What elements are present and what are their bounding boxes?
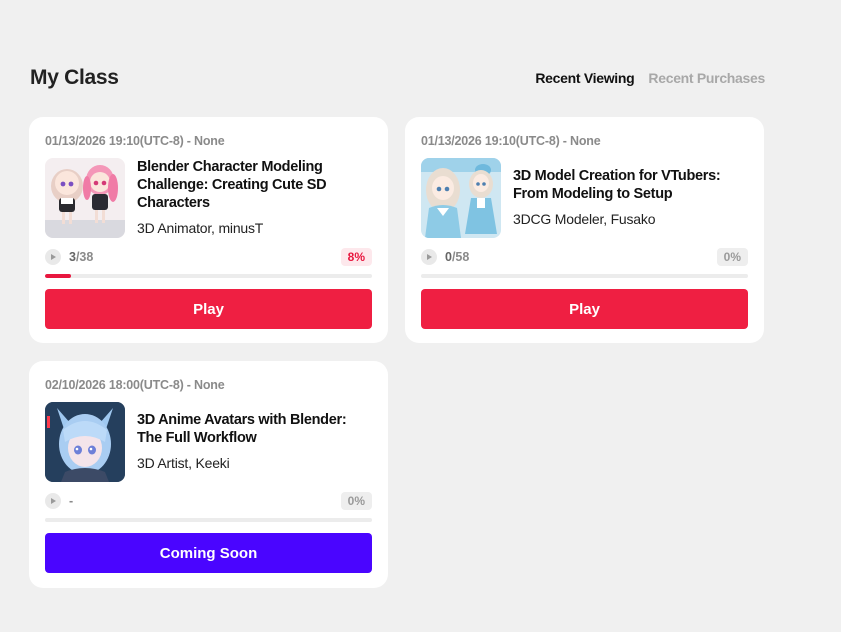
lesson-count: 3/38 bbox=[69, 250, 94, 264]
class-card: 02/10/2026 18:00(UTC-8) - None 3D Anime … bbox=[29, 361, 388, 588]
class-author: 3D Animator, minusT bbox=[137, 220, 264, 236]
class-thumbnail[interactable] bbox=[421, 158, 501, 238]
my-class-page: My Class Recent Viewing Recent Purchases… bbox=[0, 0, 841, 632]
class-date: 01/13/2026 19:10(UTC-8) - None bbox=[45, 134, 225, 148]
play-small-icon bbox=[45, 249, 61, 265]
progress-bar bbox=[421, 274, 748, 278]
progress-percent-badge: 0% bbox=[340, 492, 372, 510]
play-button[interactable]: Play bbox=[45, 289, 372, 329]
view-tabs: Recent Viewing Recent Purchases bbox=[535, 70, 765, 86]
progress-row: 0/58 0% bbox=[421, 247, 748, 267]
progress-bar bbox=[45, 274, 372, 278]
class-card: 01/13/2026 19:10(UTC-8) - None Blender C… bbox=[29, 117, 388, 343]
progress-row: - 0% bbox=[45, 491, 372, 511]
class-title[interactable]: 3D Model Creation for VTubers: From Mode… bbox=[513, 167, 748, 203]
progress-percent-badge: 0% bbox=[716, 248, 748, 266]
page-title: My Class bbox=[30, 66, 119, 89]
class-author: 3D Artist, Keeki bbox=[137, 455, 230, 471]
play-small-icon bbox=[421, 249, 437, 265]
progress-bar-fill bbox=[45, 274, 72, 278]
class-card: 01/13/2026 19:10(UTC-8) - None 3D Model … bbox=[405, 117, 764, 343]
progress-percent-badge: 8% bbox=[340, 248, 372, 266]
play-button[interactable]: Play bbox=[421, 289, 748, 329]
lesson-count: 0/58 bbox=[445, 250, 470, 264]
class-thumbnail[interactable] bbox=[45, 402, 125, 482]
class-thumbnail[interactable] bbox=[45, 158, 125, 238]
tab-recent-viewing[interactable]: Recent Viewing bbox=[535, 70, 634, 86]
class-date: 01/13/2026 19:10(UTC-8) - None bbox=[421, 134, 601, 148]
coming-soon-button[interactable]: Coming Soon bbox=[45, 533, 372, 573]
lesson-count: - bbox=[69, 494, 74, 508]
progress-bar bbox=[45, 518, 372, 522]
progress-row: 3/38 8% bbox=[45, 247, 372, 267]
tab-recent-purchases[interactable]: Recent Purchases bbox=[648, 70, 765, 86]
class-date: 02/10/2026 18:00(UTC-8) - None bbox=[45, 378, 225, 392]
class-author: 3DCG Modeler, Fusako bbox=[513, 211, 656, 227]
class-title[interactable]: 3D Anime Avatars with Blender: The Full … bbox=[137, 411, 372, 447]
class-title[interactable]: Blender Character Modeling Challenge: Cr… bbox=[137, 158, 372, 212]
play-small-icon bbox=[45, 493, 61, 509]
